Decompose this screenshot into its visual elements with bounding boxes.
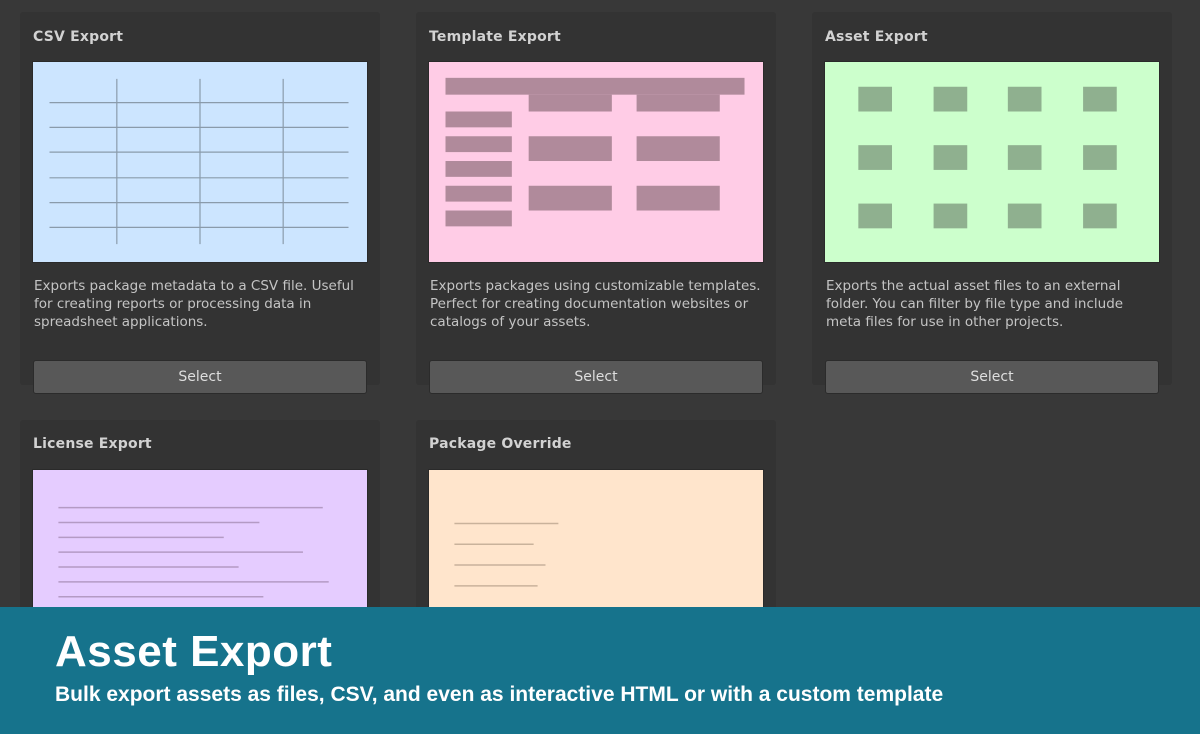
table-grid-icon [49, 78, 349, 245]
promo-banner: Asset Export Bulk export assets as files… [0, 607, 1200, 734]
banner-subtitle: Bulk export assets as files, CSV, and ev… [55, 683, 944, 706]
csv-preview-image [32, 61, 368, 263]
card-description: Exports packages using customizable temp… [430, 278, 761, 330]
asset-grid-icon [858, 86, 1117, 229]
template-preview-image [428, 61, 764, 263]
card-template-export: Template Export Exports packages using c… [416, 12, 776, 394]
card-title: Template Export [429, 29, 561, 45]
banner-title: Asset Export [55, 627, 333, 676]
card-asset-export: Asset Export Exports the actual asset fi… [812, 12, 1172, 394]
card-title: CSV Export [33, 29, 124, 45]
card-description: Exports package metadata to a CSV file. … [34, 278, 354, 330]
asset-preview-image [824, 61, 1160, 263]
card-description: Exports the actual asset files to an ext… [826, 278, 1124, 330]
select-csv-export-button[interactable]: Select [33, 360, 367, 394]
card-title: License Export [33, 436, 152, 452]
select-template-export-button[interactable]: Select [429, 360, 763, 394]
card-title: Asset Export [825, 29, 928, 45]
select-asset-export-button[interactable]: Select [825, 360, 1159, 394]
template-layout-icon [445, 77, 745, 227]
card-license-export: License Export [20, 420, 380, 671]
card-csv-export: CSV Export Exports package metadata to a… [20, 12, 380, 394]
card-title: Package Override [429, 436, 572, 452]
card-package-override: Package Override [416, 420, 776, 671]
